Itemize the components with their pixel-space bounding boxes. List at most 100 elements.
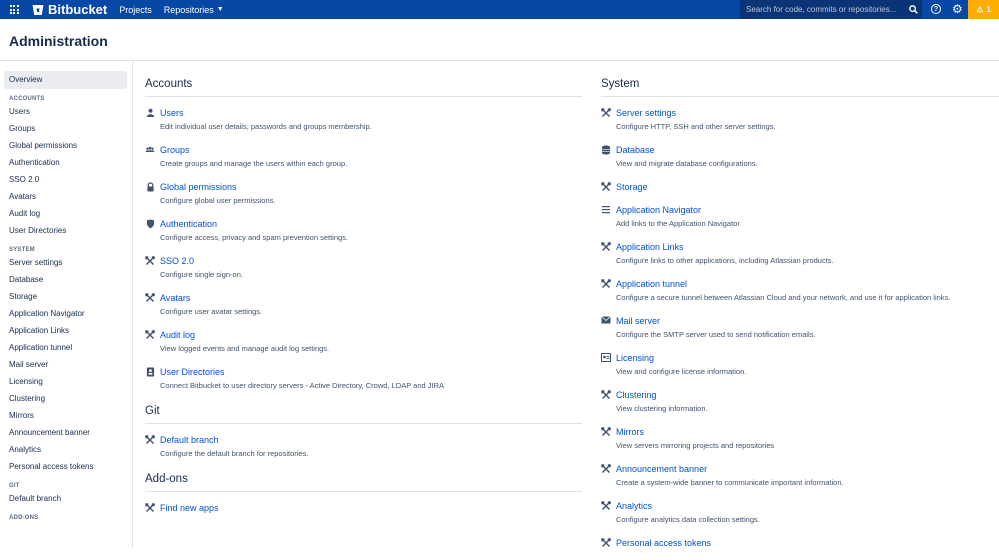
bitbucket-logo[interactable]: Bitbucket	[32, 2, 107, 17]
sidebar-item-default-branch[interactable]: Default branch	[0, 490, 132, 507]
tools-icon	[145, 256, 155, 266]
link-user-directories[interactable]: User Directories	[160, 366, 582, 378]
tools-icon	[601, 279, 611, 289]
sidebar-item-avatars[interactable]: Avatars	[0, 188, 132, 205]
admin-entry-user-directories: User Directories Connect Bitbucket to use…	[145, 366, 582, 403]
repositories-label: Repositories	[163, 4, 214, 15]
admin-entry-announcement-banner: Announcement banner Create a system-wide …	[601, 463, 999, 500]
repositories-dropdown[interactable]: Repositories ▼	[164, 5, 224, 15]
link-sso-2-0[interactable]: SSO 2.0	[160, 255, 582, 267]
link-groups[interactable]: Groups	[160, 144, 582, 156]
lock-icon	[145, 182, 155, 192]
admin-entry-application-navigator: Application Navigator Add links to the Ap…	[601, 204, 999, 241]
description-authentication: Configure access, privacy and spam preve…	[160, 233, 349, 242]
sidebar-item-sso-2-0[interactable]: SSO 2.0	[0, 171, 132, 188]
link-analytics[interactable]: Analytics	[616, 500, 999, 512]
admin-entry-mail-server: Mail server Configure the SMTP server use…	[601, 315, 999, 352]
sidebar-item-application-tunnel[interactable]: Application tunnel	[0, 339, 132, 356]
admin-entry-personal-access-tokens: Personal access tokens	[601, 537, 999, 560]
link-server-settings[interactable]: Server settings	[616, 107, 999, 119]
description-server-settings: Configure HTTP, SSH and other server set…	[616, 122, 776, 131]
link-clustering[interactable]: Clustering	[616, 389, 999, 401]
sidebar-item-announcement-banner[interactable]: Announcement banner	[0, 424, 132, 441]
description-sso-2-0: Configure single sign-on.	[160, 270, 243, 279]
link-personal-access-tokens[interactable]: Personal access tokens	[616, 537, 999, 549]
sidebar-item-storage[interactable]: Storage	[0, 288, 132, 305]
link-avatars[interactable]: Avatars	[160, 292, 582, 304]
description-user-directories: Connect Bitbucket to user directory serv…	[160, 381, 444, 390]
list-icon	[601, 205, 611, 215]
description-analytics: Configure analytics data collection sett…	[616, 515, 760, 524]
link-find-new-apps[interactable]: Find new apps	[160, 502, 582, 514]
sidebar-item-mail-server[interactable]: Mail server	[0, 356, 132, 373]
sidebar-item-application-navigator[interactable]: Application Navigator	[0, 305, 132, 322]
sidebar-heading-addons: ADD-ONS	[9, 515, 39, 521]
link-application-links[interactable]: Application Links	[616, 241, 999, 253]
sidebar-item-licensing[interactable]: Licensing	[0, 373, 132, 390]
app-switcher-icon[interactable]	[4, 0, 24, 19]
gear-icon[interactable]: ⚙	[952, 3, 963, 15]
sidebar-item-server-settings[interactable]: Server settings	[0, 254, 132, 271]
admin-entry-database: Database View and migrate database config…	[601, 144, 999, 181]
description-global-permissions: Configure global user permissions.	[160, 196, 276, 205]
link-application-tunnel[interactable]: Application tunnel	[616, 278, 999, 290]
link-storage[interactable]: Storage	[616, 181, 999, 193]
admin-entry-sso-2-0: SSO 2.0 Configure single sign-on.	[145, 255, 582, 292]
sidebar-item-overview[interactable]: Overview	[4, 71, 127, 89]
tools-icon	[601, 464, 611, 474]
admin-entry-audit-log: Audit log View logged events and manage a…	[145, 329, 582, 366]
link-database[interactable]: Database	[616, 144, 999, 156]
sidebar-item-audit-log[interactable]: Audit log	[0, 205, 132, 222]
sidebar-item-users[interactable]: Users	[0, 103, 132, 120]
sidebar-item-mirrors[interactable]: Mirrors	[0, 407, 132, 424]
link-users[interactable]: Users	[160, 107, 582, 119]
link-default-branch[interactable]: Default branch	[160, 434, 582, 446]
link-global-permissions[interactable]: Global permissions	[160, 181, 582, 193]
link-audit-log[interactable]: Audit log	[160, 329, 582, 341]
sidebar-item-groups[interactable]: Groups	[0, 120, 132, 137]
tools-icon	[601, 501, 611, 511]
alerts-button[interactable]: ⚠ 1	[968, 0, 999, 19]
license-icon	[601, 353, 611, 363]
tools-icon	[145, 293, 155, 303]
description-application-links: Configure links to other applications, i…	[616, 256, 834, 265]
admin-entry-users: Users Edit individual user details, passw…	[145, 107, 582, 144]
sidebar: Overview ACCOUNTS Users Groups Global perm…	[0, 61, 133, 548]
projects-link[interactable]: Projects	[119, 5, 152, 15]
description-users: Edit individual user details, passwords …	[160, 122, 372, 131]
section-title-system: System	[601, 78, 999, 97]
tools-icon	[601, 182, 611, 192]
admin-entry-global-permissions: Global permissions Configure global user …	[145, 181, 582, 218]
link-application-navigator[interactable]: Application Navigator	[616, 204, 999, 216]
admin-entry-server-settings: Server settings Configure HTTP, SSH and o…	[601, 107, 999, 144]
search-icon[interactable]	[904, 5, 922, 14]
sidebar-item-analytics[interactable]: Analytics	[0, 441, 132, 458]
admin-entry-application-links: Application Links Configure links to othe…	[601, 241, 999, 278]
description-application-tunnel: Configure a secure tunnel between Atlass…	[616, 293, 951, 302]
link-mail-server[interactable]: Mail server	[616, 315, 999, 327]
search-input[interactable]: Search for code, commits or repositories…	[740, 0, 922, 19]
link-licensing[interactable]: Licensing	[616, 352, 999, 364]
directory-icon	[145, 367, 155, 377]
description-licensing: View and configure license information.	[616, 367, 747, 376]
sidebar-item-clustering[interactable]: Clustering	[0, 390, 132, 407]
page-title: Administration	[9, 33, 108, 49]
sidebar-item-database[interactable]: Database	[0, 271, 132, 288]
sidebar-item-global-permissions[interactable]: Global permissions	[0, 137, 132, 154]
left-column: Accounts Users Edit individual user detai…	[145, 61, 582, 525]
user-icon	[145, 108, 155, 118]
help-icon[interactable]: ?	[931, 4, 941, 14]
link-mirrors[interactable]: Mirrors	[616, 426, 999, 438]
sidebar-item-application-links[interactable]: Application Links	[0, 322, 132, 339]
alert-count: 1	[986, 5, 991, 14]
sidebar-item-authentication[interactable]: Authentication	[0, 154, 132, 171]
link-authentication[interactable]: Authentication	[160, 218, 582, 230]
description-avatars: Configure user avatar settings.	[160, 307, 263, 316]
admin-entry-mirrors: Mirrors View servers mirroring projects a…	[601, 426, 999, 463]
section-title-addons: Add-ons	[145, 473, 582, 492]
tools-icon	[601, 242, 611, 252]
admin-entry-default-branch: Default branch Configure the default bran…	[145, 434, 582, 471]
sidebar-item-user-directories[interactable]: User Directories	[0, 222, 132, 239]
link-announcement-banner[interactable]: Announcement banner	[616, 463, 999, 475]
sidebar-item-personal-access-tokens[interactable]: Personal access tokens	[0, 458, 132, 475]
